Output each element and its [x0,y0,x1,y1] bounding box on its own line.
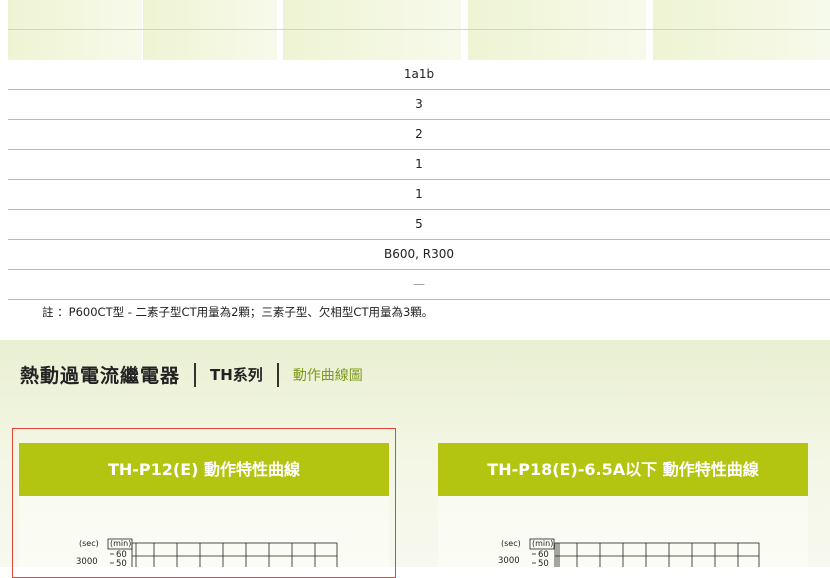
header-cell [8,0,142,60]
title-divider [276,362,279,387]
table-row: B600, R300 [8,240,830,270]
table-row: 3 [8,90,830,120]
spec-table: 1a1b 3 2 1 1 5 B600, R300 — [8,60,830,300]
table-row: — [8,270,830,300]
card-title: TH-P18(E)-6.5A以下 動作特性曲線 [438,443,808,496]
chart-grid [554,542,760,567]
header-cell [653,0,830,60]
series-label: TH系列 [210,366,263,384]
section-title-bar: 熱動過電流繼電器 TH系列 動作曲線圖 [20,361,363,388]
curve-card-th-p18[interactable]: TH-P18(E)-6.5A以下 動作特性曲線 (sec) (min) 3000… [438,443,808,567]
selected-card-highlight [12,428,396,578]
header-divider [8,29,830,30]
breadcrumb-current: 動作曲線圖 [292,367,363,384]
tick-label-sec: 3000 [498,556,520,566]
header-cell [283,0,461,60]
header-cell [468,0,646,60]
table-row: 1 [8,150,830,180]
table-header-band [0,0,830,62]
tick-label-min: 50 [538,559,549,567]
section-title: 熱動過電流繼電器 [20,365,181,387]
table-row: 1a1b [8,60,830,90]
footnote: 註 ：P600CT型 - 二素子型CT用量為2顆；三素子型、欠相型CT用量為3顆… [42,305,434,319]
table-row: 2 [8,120,830,150]
axis-label-sec: (sec) [501,539,521,548]
header-cell [143,0,277,60]
table-row: 5 [8,210,830,240]
curve-section: 熱動過電流繼電器 TH系列 動作曲線圖 TH-P12(E) 動作特性曲線 (se… [0,340,830,578]
title-divider [194,362,197,387]
axis-label-min: (min) [532,539,553,548]
curve-chart: (sec) (min) 3000 60 50 [498,538,760,567]
table-row: 1 [8,180,830,210]
